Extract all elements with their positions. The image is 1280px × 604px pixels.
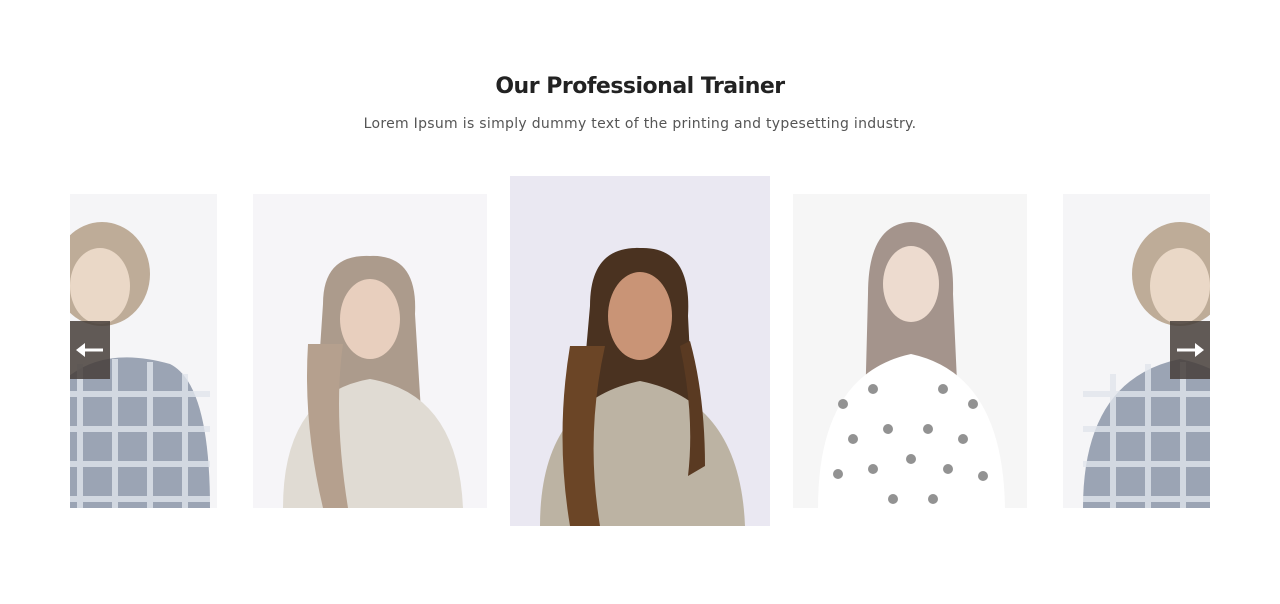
trainer-photo — [793, 194, 1027, 508]
trainer-photo — [253, 194, 487, 508]
trainer-card[interactable] — [793, 194, 1027, 508]
carousel-prev-button[interactable] — [70, 321, 110, 379]
arrow-left-icon — [76, 343, 103, 357]
trainer-card-active[interactable] — [510, 176, 770, 526]
section-subtitle: Lorem Ipsum is simply dummy text of the … — [363, 116, 917, 132]
carousel-next-button[interactable] — [1170, 321, 1210, 379]
trainer-photo — [510, 176, 770, 526]
section-title: Our Professional Trainer — [495, 74, 785, 99]
trainer-carousel — [70, 170, 1210, 530]
trainer-card[interactable] — [253, 194, 487, 508]
arrow-right-icon — [1177, 343, 1204, 357]
trainer-section: Our Professional Trainer Lorem Ipsum is … — [0, 0, 1280, 604]
